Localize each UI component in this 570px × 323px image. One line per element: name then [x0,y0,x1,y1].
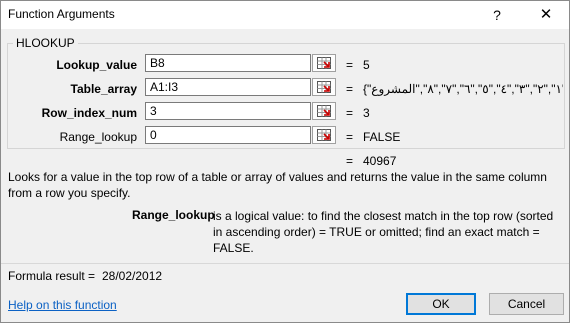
help-icon[interactable]: ? [484,4,510,26]
range-selector-icon [317,81,331,93]
range-lookup-label: Range_lookup [59,130,137,144]
row-index-num-range-button[interactable] [312,102,336,120]
cancel-button[interactable]: Cancel [489,293,564,315]
lookup-value-input[interactable]: B8 [145,54,311,72]
ok-button[interactable]: OK [406,293,476,315]
table-array-result: {"تاريخ "\"ا","١","٢","٣","٤","٥","٦","٧… [363,82,563,96]
formula-result-value: 28/02/2012 [102,269,163,283]
table-array-range-button[interactable] [312,78,336,96]
function-result-value: 40967 [363,154,397,168]
range-lookup-input[interactable]: 0 [145,126,311,144]
range-lookup-result: FALSE [363,130,401,144]
table-array-label: Table_array [70,82,138,96]
row-index-num-label: Row_index_num [41,106,137,120]
range-selector-icon [317,57,331,69]
range-selector-icon [317,129,331,141]
divider [1,263,569,264]
range-lookup-range-button[interactable] [312,126,336,144]
row-index-num-equals: = [346,106,354,120]
lookup-value-label: Lookup_value [56,58,137,72]
row-index-num-input[interactable]: 3 [145,102,311,120]
table-array-equals: = [346,82,354,96]
table-array-input[interactable]: A1:I3 [145,78,311,96]
range-lookup-equals: = [346,130,354,144]
function-description: Looks for a value in the top row of a ta… [8,170,547,200]
argument-help-name: Range_lookup [132,208,215,222]
lookup-value-result: 5 [363,58,370,72]
lookup-value-range-button[interactable] [312,54,336,72]
function-name: HLOOKUP [13,36,78,50]
help-on-function-link[interactable]: Help on this function [8,298,117,312]
function-result-equals: = [346,154,354,168]
lookup-value-equals: = [346,58,354,72]
close-icon[interactable]: ✕ [533,4,559,26]
title-bar: Function Arguments ? ✕ [1,1,569,29]
dialog-title: Function Arguments [8,7,115,21]
formula-result-label: Formula result = [8,269,96,283]
argument-help-text: is a logical value: to find the closest … [213,209,554,255]
function-arguments-dialog: Function Arguments ? ✕ HLOOKUP Lookup_va… [0,0,570,323]
range-selector-icon [317,105,331,117]
row-index-num-result: 3 [363,106,370,120]
